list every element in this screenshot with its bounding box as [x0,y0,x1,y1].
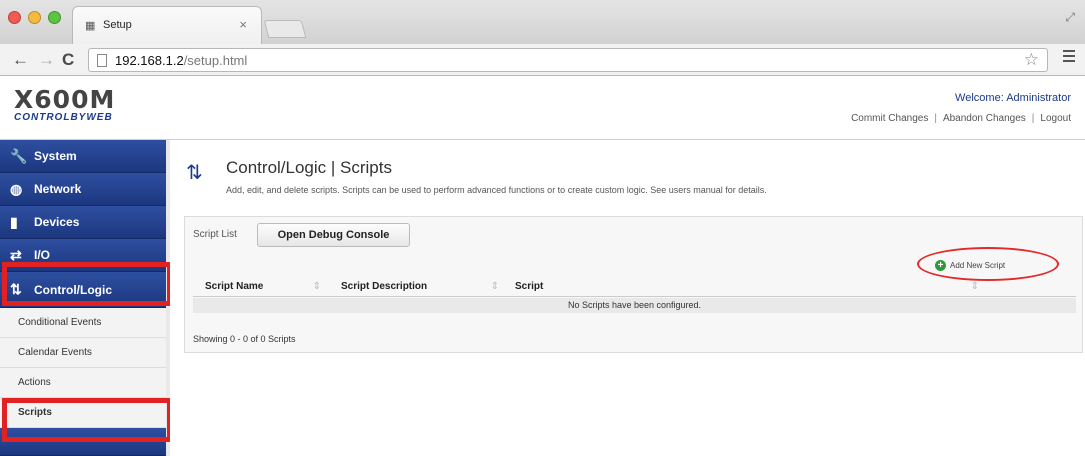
window-controls [8,11,61,24]
empty-table-row: No Scripts have been configured. [193,298,1076,313]
column-label: Script Description [341,281,428,292]
column-label: Script Name [205,281,264,292]
logout-link[interactable]: Logout [1040,113,1071,124]
logic-icon: ⇅ [186,162,203,184]
abandon-changes-link[interactable]: Abandon Changes [943,113,1026,124]
table-header: Script Name ⇕ Script Description ⇕ Scrip… [193,277,1076,297]
sidebar-subitem-actions[interactable]: Actions [0,368,166,398]
main-content: ⇅ Control/Logic | Scripts Add, edit, and… [170,140,1085,456]
column-header-script-description[interactable]: Script Description ⇕ [321,281,499,292]
column-label: Script [515,281,544,292]
column-header-script-name[interactable]: Script Name ⇕ [193,281,321,292]
bookmark-star-icon[interactable]: ☆ [1024,50,1039,70]
forward-arrow-icon[interactable]: → [38,50,55,70]
sort-icon: ⇕ [490,281,499,292]
maximize-window-button[interactable] [48,11,61,24]
sort-icon: ⇕ [312,281,321,292]
logo: X600M CONTROLBYWEB [14,85,115,123]
address-bar[interactable]: 192.168.1.2/setup.html ☆ [88,48,1048,72]
close-window-button[interactable] [8,11,21,24]
sidebar-item-network[interactable]: ◍ Network [0,173,166,206]
add-new-script-button[interactable]: + Add New Script [935,255,1005,275]
sidebar-item-devices[interactable]: ▮ Devices [0,206,166,239]
sidebar-subitem-calendar-events[interactable]: Calendar Events [0,338,166,368]
reload-icon[interactable]: C [62,50,74,70]
commit-changes-link[interactable]: Commit Changes [851,113,928,124]
tab-favicon-icon: ▦ [85,20,96,32]
sidebar-subitem-conditional-events[interactable]: Conditional Events [0,308,166,338]
panel-label: Script List [193,229,237,240]
sidebar-item-label: I/O [34,248,51,262]
browser-tabstrip: ▦ Setup × ⤢ [0,0,1085,44]
io-arrows-icon: ⇄ [10,246,22,263]
sort-icon: ⇕ [970,281,979,292]
wrench-icon: 🔧 [10,147,28,164]
url-host: 192.168.1.2 [115,53,184,68]
separator: | [934,113,937,124]
page-icon [97,54,107,67]
open-debug-console-button[interactable]: Open Debug Console [257,223,410,247]
close-tab-icon[interactable]: × [239,17,247,32]
sidebar-item-label: Devices [34,215,80,229]
table-footer-count: Showing 0 - 0 of 0 Scripts [193,334,296,344]
welcome-text: Welcome: Administrator [955,92,1071,104]
app-header: X600M CONTROLBYWEB Welcome: Administrato… [0,77,1085,140]
add-new-script-label: Add New Script [950,260,1006,270]
separator: | [1031,113,1035,124]
sidebar-item-system[interactable]: 🔧 System [0,140,166,173]
globe-icon: ◍ [10,180,23,197]
back-arrow-icon[interactable]: ← [12,50,29,70]
browser-menu-icon[interactable] [1063,50,1075,62]
header-links: Commit Changes | Abandon Changes | Logou… [851,113,1071,124]
minimize-window-button[interactable] [28,11,41,24]
page-title: Control/Logic | Scripts [226,158,392,177]
url-path: /setup.html [183,53,248,68]
sidebar-item-label: System [34,149,77,163]
new-tab-button[interactable] [263,20,307,38]
browser-tab[interactable]: ▦ Setup × [72,6,262,44]
logo-sub: CONTROLBYWEB [14,112,113,123]
device-icon: ▮ [10,213,18,230]
highlight-box-control-logic [2,262,172,306]
script-list-panel: Script List Open Debug Console + Add New… [184,216,1083,353]
tab-title: Setup [103,19,132,31]
fullscreen-icon[interactable]: ⤢ [1065,10,1075,25]
sidebar-item-label: Network [34,182,82,196]
page-description: Add, edit, and delete scripts. Scripts c… [226,185,767,195]
browser-toolbar: ← → C 192.168.1.2/setup.html ☆ [0,44,1085,76]
add-icon: + [935,259,946,271]
column-header-script[interactable]: Script ⇕ [499,281,979,292]
logo-main: X600M [14,85,116,114]
highlight-box-scripts [2,398,172,442]
url-text[interactable]: 192.168.1.2/setup.html [115,53,247,68]
